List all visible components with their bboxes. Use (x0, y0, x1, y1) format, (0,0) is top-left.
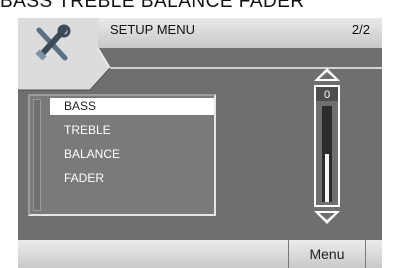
list-item-treble[interactable]: TREBLE (50, 122, 214, 139)
tools-icon (30, 22, 74, 66)
settings-list: BASS TREBLE BALANCE FADER (28, 94, 216, 216)
footer-bar: Menu (18, 240, 382, 268)
slider-fill (325, 154, 329, 202)
list-item-bass[interactable]: BASS (50, 98, 214, 115)
slider-value: 0 (324, 89, 330, 101)
list-scrollbar[interactable] (33, 99, 41, 211)
level-slider: 0 (314, 68, 340, 224)
page-number: 2/2 (351, 22, 370, 37)
setup-screen: SETUP MENU 2/2 BASS TREBLE BALANCE FADER… (18, 18, 382, 268)
menu-button[interactable]: Menu (288, 240, 366, 268)
page-title: SETUP MENU (110, 22, 195, 37)
list-item-balance[interactable]: BALANCE (50, 146, 214, 163)
list-item-fader[interactable]: FADER (50, 170, 214, 187)
down-arrow-icon[interactable] (314, 211, 340, 224)
up-arrow-icon[interactable] (314, 68, 340, 81)
page-caption: BASS TREBLE BALANCE FADER (0, 0, 305, 12)
